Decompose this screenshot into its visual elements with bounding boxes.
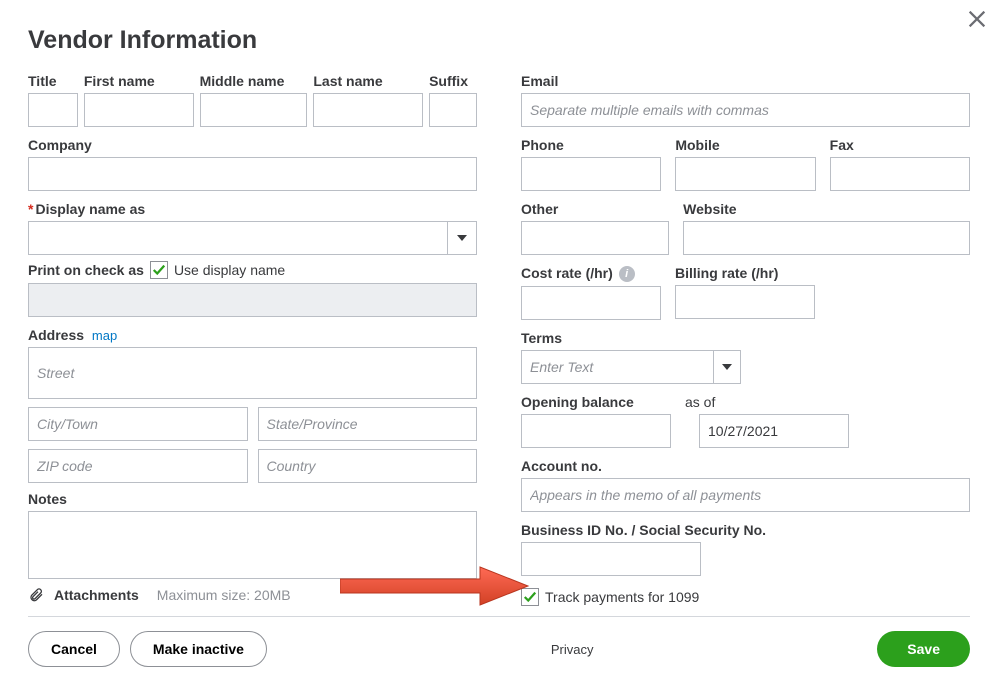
info-icon[interactable]: i: [619, 266, 635, 282]
first-name-label: First name: [84, 73, 194, 89]
privacy-link[interactable]: Privacy: [551, 642, 594, 657]
cost-rate-input[interactable]: [521, 286, 661, 320]
page-title: Vendor Information: [28, 26, 970, 55]
display-name-as-select[interactable]: [28, 221, 477, 255]
email-input[interactable]: [521, 93, 970, 127]
mobile-label: Mobile: [675, 137, 815, 153]
display-name-as-label: *Display name as: [28, 201, 477, 217]
first-name-input[interactable]: [84, 93, 194, 127]
make-inactive-button[interactable]: Make inactive: [130, 631, 267, 667]
cancel-button[interactable]: Cancel: [28, 631, 120, 667]
print-on-check-as-label: Print on check as: [28, 262, 144, 278]
middle-name-label: Middle name: [200, 73, 308, 89]
address-zip-input[interactable]: [28, 449, 248, 483]
address-country-input[interactable]: [258, 449, 478, 483]
opening-balance-input[interactable]: [521, 414, 671, 448]
terms-select[interactable]: [521, 350, 741, 384]
address-state-input[interactable]: [258, 407, 478, 441]
terms-label: Terms: [521, 330, 741, 346]
vendor-information-modal: Vendor Information Title First name Midd…: [0, 0, 998, 693]
business-id-ssn-label: Business ID No. / Social Security No.: [521, 522, 841, 538]
suffix-input[interactable]: [429, 93, 477, 127]
save-button[interactable]: Save: [877, 631, 970, 667]
paperclip-icon[interactable]: [28, 585, 44, 605]
fax-label: Fax: [830, 137, 970, 153]
close-icon[interactable]: [966, 8, 988, 30]
billing-rate-input[interactable]: [675, 285, 815, 319]
mobile-input[interactable]: [675, 157, 815, 191]
fax-input[interactable]: [830, 157, 970, 191]
other-input[interactable]: [521, 221, 669, 255]
middle-name-input[interactable]: [200, 93, 308, 127]
divider: [28, 616, 970, 617]
phone-label: Phone: [521, 137, 661, 153]
track-payments-1099-label: Track payments for 1099: [545, 589, 699, 605]
business-id-ssn-input[interactable]: [521, 542, 701, 576]
chevron-down-icon[interactable]: [713, 350, 741, 384]
title-input[interactable]: [28, 93, 78, 127]
as-of-date-input[interactable]: [699, 414, 849, 448]
opening-balance-label: Opening balance: [521, 394, 671, 410]
attachments-label[interactable]: Attachments: [54, 587, 139, 603]
use-display-name-checkbox[interactable]: [150, 261, 168, 279]
title-label: Title: [28, 73, 78, 89]
required-asterisk: *: [28, 201, 33, 217]
address-city-input[interactable]: [28, 407, 248, 441]
last-name-input[interactable]: [313, 93, 423, 127]
address-label: Address map: [28, 327, 477, 343]
email-label: Email: [521, 73, 970, 89]
address-street-input[interactable]: [28, 347, 477, 399]
website-label: Website: [683, 201, 970, 217]
suffix-label: Suffix: [429, 73, 477, 89]
billing-rate-label: Billing rate (/hr): [675, 265, 815, 281]
footer: Cancel Make inactive Privacy Save: [28, 631, 970, 667]
notes-input[interactable]: [28, 511, 477, 579]
website-input[interactable]: [683, 221, 970, 255]
display-name-as-input[interactable]: [28, 221, 447, 255]
right-column: Email Phone Mobile Fax Ot: [521, 73, 970, 606]
left-column: Title First name Middle name Last name S…: [28, 73, 477, 606]
print-on-check-as-input: [28, 283, 477, 317]
company-input[interactable]: [28, 157, 477, 191]
account-no-label: Account no.: [521, 458, 970, 474]
notes-label: Notes: [28, 491, 477, 507]
other-label: Other: [521, 201, 669, 217]
account-no-input[interactable]: [521, 478, 970, 512]
attachments-hint: Maximum size: 20MB: [157, 587, 291, 603]
chevron-down-icon[interactable]: [447, 221, 477, 255]
phone-input[interactable]: [521, 157, 661, 191]
cost-rate-label: Cost rate (/hr) i: [521, 265, 661, 282]
use-display-name-checkbox-label: Use display name: [174, 262, 285, 278]
last-name-label: Last name: [313, 73, 423, 89]
company-label: Company: [28, 137, 477, 153]
track-payments-1099-checkbox[interactable]: [521, 588, 539, 606]
terms-input[interactable]: [521, 350, 713, 384]
address-map-link[interactable]: map: [92, 328, 117, 343]
